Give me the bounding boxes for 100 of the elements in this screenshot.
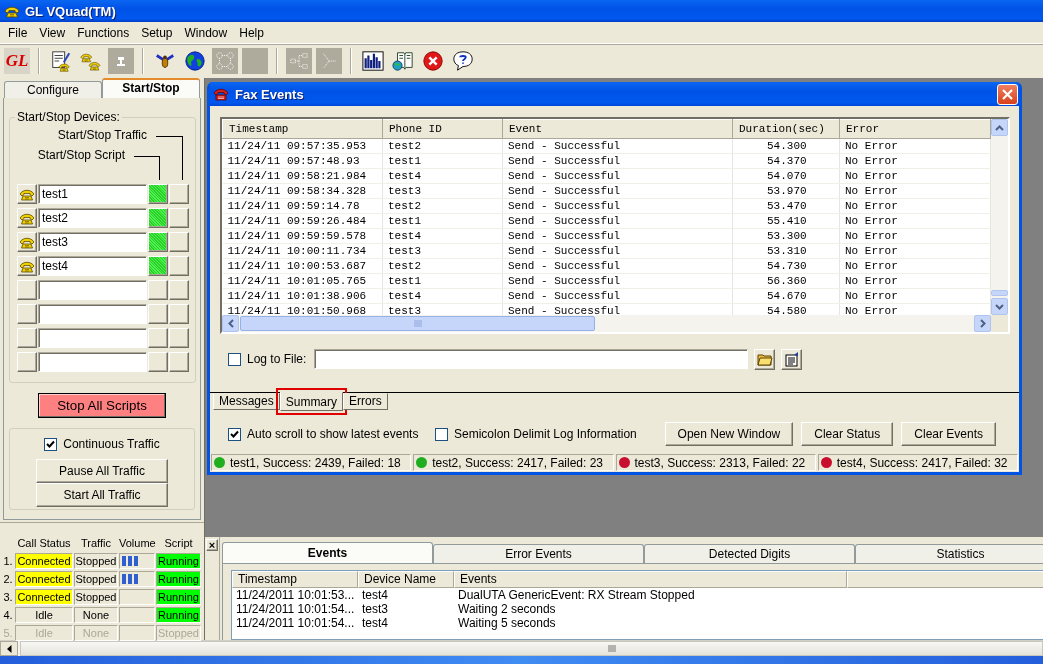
toolbar-button[interactable] [420, 48, 446, 74]
tab[interactable]: Events [222, 542, 433, 563]
device-icon-button[interactable] [17, 256, 37, 276]
script-toggle-button[interactable] [148, 232, 168, 252]
check-icon [46, 439, 56, 449]
properties-button[interactable] [781, 348, 803, 370]
device-name-field[interactable] [38, 352, 147, 372]
script-toggle-button[interactable] [148, 208, 168, 228]
pause-traffic-button[interactable]: Pause All Traffic [36, 459, 168, 483]
scrollbar-thumb[interactable] [240, 316, 595, 331]
scroll-up-button[interactable] [991, 119, 1008, 136]
device-icon-button[interactable] [17, 280, 37, 300]
script-toggle-button[interactable] [148, 280, 168, 300]
script-toggle-button[interactable] [148, 304, 168, 324]
tab[interactable]: Start/Stop [102, 78, 200, 98]
column-header[interactable]: Error [839, 119, 991, 139]
device-icon-button[interactable] [17, 328, 37, 348]
table-cell: 11/24/11 09:58:21.984 [222, 168, 383, 184]
traffic-toggle-button[interactable] [169, 232, 189, 252]
tab[interactable]: Configure [4, 81, 102, 98]
fax-phone-icon [213, 86, 229, 102]
traffic-toggle-button[interactable] [169, 208, 189, 228]
table-cell: No Error [839, 198, 991, 214]
table-cell: 11/24/11 10:00:11.734 [222, 243, 383, 259]
table-cell-text: DualUTA GenericEvent: RX Stream Stopped [457, 588, 696, 602]
table-cell: 55.410 [732, 213, 840, 229]
device-name-field[interactable] [38, 280, 147, 300]
device-name-field[interactable]: test2 [38, 208, 147, 228]
table-cell-text: Waiting 5 seconds [457, 616, 557, 630]
toolbar-button[interactable] [450, 48, 476, 74]
traffic-toggle-button[interactable] [169, 328, 189, 348]
horizontal-scrollbar[interactable] [222, 315, 991, 332]
column-header[interactable]: Timestamp [232, 571, 358, 588]
column-header[interactable]: Event [502, 119, 733, 139]
traffic-toggle-button[interactable] [169, 256, 189, 276]
action-button[interactable]: Clear Events [901, 422, 996, 446]
grip-icon [607, 645, 616, 652]
column-header: Volume [119, 536, 155, 551]
row-number: 5. [2, 626, 14, 641]
column-header[interactable]: Device Name [358, 571, 454, 588]
menu-item[interactable]: Setup [135, 23, 179, 42]
traffic-toggle-button[interactable] [169, 352, 189, 372]
device-icon-button[interactable] [17, 184, 37, 204]
checkbox[interactable] [228, 352, 241, 366]
tab[interactable]: Detected Digits [644, 544, 855, 563]
checkbox[interactable] [228, 427, 241, 441]
action-button[interactable]: Open New Window [664, 422, 794, 446]
call-status-cell: Connected [15, 589, 73, 605]
device-name-field[interactable]: test4 [38, 256, 147, 276]
start-traffic-button[interactable]: Start All Traffic [36, 483, 168, 507]
log-file-field[interactable] [314, 349, 749, 369]
tab[interactable]: Error Events [433, 544, 644, 563]
toolbar-button[interactable] [360, 48, 386, 74]
menu-item[interactable]: Functions [71, 23, 136, 42]
device-name-field[interactable]: test1 [38, 184, 147, 204]
scrollbar-thumb[interactable] [20, 641, 1043, 656]
device-name-field[interactable] [38, 328, 147, 348]
scrollbar-thumb[interactable] [991, 290, 1008, 296]
close-button[interactable] [997, 83, 1018, 105]
traffic-toggle-button[interactable] [169, 184, 189, 204]
pane-close-button[interactable]: × [206, 539, 218, 551]
vertical-scrollbar[interactable] [991, 119, 1008, 315]
script-toggle-button[interactable] [148, 256, 168, 276]
menu-item[interactable]: File [2, 23, 34, 42]
scroll-down-button[interactable] [991, 298, 1008, 315]
menu-item[interactable]: View [33, 23, 72, 42]
app-logo: GL [4, 48, 30, 74]
check-icon [230, 429, 239, 439]
tab[interactable]: Statistics [855, 544, 1043, 563]
column-header[interactable]: Timestamp [222, 119, 383, 139]
traffic-toggle-button[interactable] [169, 304, 189, 324]
tab[interactable]: Messages [213, 393, 280, 410]
script-toggle-button[interactable] [148, 184, 168, 204]
table-cell: No Error [839, 228, 991, 244]
device-icon-button[interactable] [17, 304, 37, 324]
group-title: Start/Stop Devices: [16, 110, 121, 124]
checkbox[interactable] [44, 437, 58, 451]
checkbox[interactable] [435, 427, 448, 441]
toolbar-button[interactable] [182, 48, 208, 74]
column-header[interactable]: Duration(sec) [732, 119, 840, 139]
column-header[interactable]: Events [454, 571, 847, 588]
column-header[interactable]: Phone ID [382, 119, 503, 139]
script-toggle-button[interactable] [148, 328, 168, 348]
script-toggle-button[interactable] [148, 352, 168, 372]
traffic-toggle-button[interactable] [169, 280, 189, 300]
table-cell-text: 11/24/2011 10:01:54... [235, 602, 356, 616]
device-name-field[interactable]: test3 [38, 232, 147, 252]
device-icon-button[interactable] [17, 232, 37, 252]
scroll-right-button[interactable] [974, 315, 991, 332]
stop-scripts-button[interactable]: Stop All Scripts [38, 393, 166, 418]
menu-item[interactable]: Help [233, 23, 270, 42]
device-name-field[interactable] [38, 304, 147, 324]
device-icon-button[interactable] [17, 208, 37, 228]
window-title: Fax Events [235, 86, 304, 102]
open-folder-button[interactable] [754, 348, 776, 370]
tab[interactable]: Errors [343, 393, 388, 410]
action-button[interactable]: Clear Status [801, 422, 894, 446]
device-icon-button[interactable] [17, 352, 37, 372]
menu-item[interactable]: Window [178, 23, 234, 42]
scroll-left-button[interactable] [222, 315, 239, 332]
